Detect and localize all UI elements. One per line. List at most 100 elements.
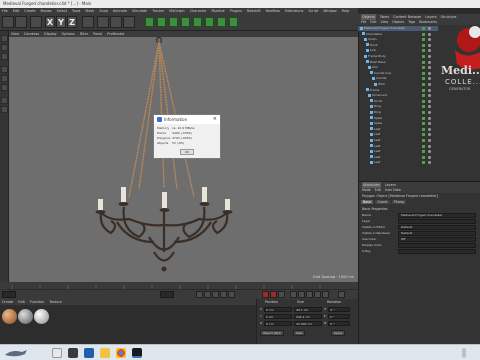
shark-logo-icon[interactable]	[4, 347, 28, 359]
move-key-icon[interactable]	[290, 291, 297, 298]
visibility-dot-icon[interactable]	[428, 43, 431, 47]
object-tree-item[interactable]: Frame	[358, 88, 438, 93]
visibility-dot-icon[interactable]	[428, 83, 431, 86]
object-tree-item[interactable]: Leaf	[358, 160, 438, 165]
enabled-check-icon[interactable]	[422, 127, 425, 131]
visibility-dot-icon[interactable]	[428, 77, 431, 81]
render-view-button[interactable]	[97, 16, 109, 28]
start-frame-field[interactable]	[2, 291, 16, 298]
subtab-phong[interactable]: Phong	[391, 200, 406, 204]
object-tree-item[interactable]: Spike	[358, 116, 438, 121]
subtab-basic[interactable]: Basic	[361, 200, 374, 204]
object-tree-item[interactable]: Wick	[358, 82, 438, 87]
object-tree-item[interactable]: Ring	[358, 104, 438, 109]
visibility-dot-icon[interactable]	[428, 55, 431, 58]
enabled-check-icon[interactable]	[422, 60, 425, 64]
workplane-button[interactable]	[1, 106, 8, 113]
object-tree-item[interactable]: Leaf	[358, 155, 438, 160]
size-y-field[interactable]: 244.2 cm	[293, 314, 322, 319]
object-tree-item[interactable]: Link	[358, 48, 438, 53]
timeline-ruler[interactable]	[0, 282, 358, 289]
model-mode-button[interactable]	[1, 35, 8, 42]
enabled-check-icon[interactable]	[422, 150, 425, 154]
enabled-check-icon[interactable]	[422, 133, 425, 137]
render-settings-button[interactable]	[123, 16, 135, 28]
object-tree-item[interactable]: Candle	[358, 76, 438, 81]
render-picture-button[interactable]	[110, 16, 122, 28]
enabled-check-icon[interactable]	[422, 27, 425, 30]
object-menu-item-1[interactable]: Edit	[370, 20, 376, 25]
position-y-field[interactable]: 0 cm	[263, 314, 292, 319]
rotation-b-field[interactable]: 0 °	[328, 321, 351, 326]
enabled-check-icon[interactable]	[422, 83, 425, 86]
light-icon[interactable]	[229, 17, 238, 27]
enabled-check-icon[interactable]	[422, 105, 425, 109]
object-tree-item[interactable]: Spike	[358, 121, 438, 126]
position-x-field[interactable]: 0 cm	[264, 307, 293, 312]
snap-button[interactable]	[1, 97, 8, 104]
task-view-icon[interactable]	[68, 348, 78, 358]
z-axis-toggle[interactable]: Z	[67, 16, 77, 28]
texture-mode-button[interactable]	[1, 44, 8, 51]
points-mode-button[interactable]	[1, 66, 8, 73]
ok-button[interactable]: OK	[180, 149, 194, 155]
enabled-check-icon[interactable]	[422, 116, 425, 120]
enabled-check-icon[interactable]	[422, 94, 425, 98]
visibility-dot-icon[interactable]	[428, 99, 431, 103]
enabled-check-icon[interactable]	[422, 122, 425, 126]
show-desktop-button[interactable]	[462, 348, 466, 358]
enabled-check-icon[interactable]	[422, 139, 425, 142]
object-tree-item[interactable]: Bowl Base	[358, 60, 438, 65]
attribute-property-value[interactable]: Default	[398, 231, 476, 236]
visibility-dot-icon[interactable]	[428, 71, 431, 75]
material-swatch-metal[interactable]	[18, 309, 33, 324]
go-to-end-icon[interactable]	[228, 291, 235, 298]
visibility-dot-icon[interactable]	[428, 133, 431, 137]
object-tree-item[interactable]: Frame Body	[358, 54, 438, 59]
go-to-start-icon[interactable]	[196, 291, 203, 298]
undo-button[interactable]	[2, 16, 14, 28]
visibility-dot-icon[interactable]	[428, 127, 431, 131]
enabled-check-icon[interactable]	[422, 32, 425, 36]
object-tree-item[interactable]: Chain	[358, 37, 438, 42]
enabled-check-icon[interactable]	[422, 77, 425, 81]
attribute-property-value[interactable]: Off	[398, 237, 476, 242]
array-icon[interactable]	[181, 17, 190, 27]
menu-mode[interactable]: Mode	[362, 188, 371, 193]
object-tree-item[interactable]: Ornament	[358, 93, 438, 98]
step-forward-icon[interactable]	[220, 291, 227, 298]
object-menu-item-3[interactable]: Objects	[392, 20, 404, 25]
visibility-dot-icon[interactable]	[428, 150, 431, 154]
deformer-icon[interactable]	[193, 17, 202, 27]
select-tool-button[interactable]	[30, 16, 42, 28]
apply-button[interactable]: Apply	[331, 330, 346, 336]
visibility-dot-icon[interactable]	[428, 38, 431, 42]
keyframe-selection-icon[interactable]	[278, 291, 285, 298]
visibility-dot-icon[interactable]	[428, 27, 431, 30]
enabled-check-icon[interactable]	[422, 99, 425, 103]
visibility-dot-icon[interactable]	[428, 66, 431, 70]
subtab-coord[interactable]: Coord.	[375, 200, 390, 204]
attribute-property-value[interactable]	[398, 249, 476, 254]
enabled-check-icon[interactable]	[422, 66, 425, 70]
visibility-dot-icon[interactable]	[428, 116, 431, 120]
material-manager[interactable]	[0, 305, 256, 344]
object-menu-item-0[interactable]: File	[361, 20, 366, 25]
step-back-icon[interactable]	[204, 291, 211, 298]
object-menu-item-5[interactable]: Bookmarks	[419, 20, 437, 25]
enabled-check-icon[interactable]	[422, 43, 425, 47]
size-z-field[interactable]: 22.902 cm	[294, 321, 323, 326]
enabled-check-icon[interactable]	[422, 71, 425, 75]
enabled-check-icon[interactable]	[422, 144, 425, 148]
attribute-property-value[interactable]: Default	[398, 225, 476, 230]
attribute-property-value[interactable]	[398, 243, 476, 248]
object-tree-item[interactable]: Leaf	[358, 132, 438, 137]
object-menu-item-2[interactable]: View	[381, 20, 389, 25]
material-swatch-wax[interactable]	[34, 309, 49, 324]
cinema4d-taskbar-icon[interactable]	[132, 348, 142, 358]
chrome-icon[interactable]	[116, 348, 126, 358]
camera-icon[interactable]	[217, 17, 226, 27]
attribute-property-value[interactable]	[398, 219, 476, 224]
attribute-property-value[interactable]: Medieval Forged chandelier	[398, 213, 476, 218]
object-tree-item[interactable]: Ring	[358, 110, 438, 115]
